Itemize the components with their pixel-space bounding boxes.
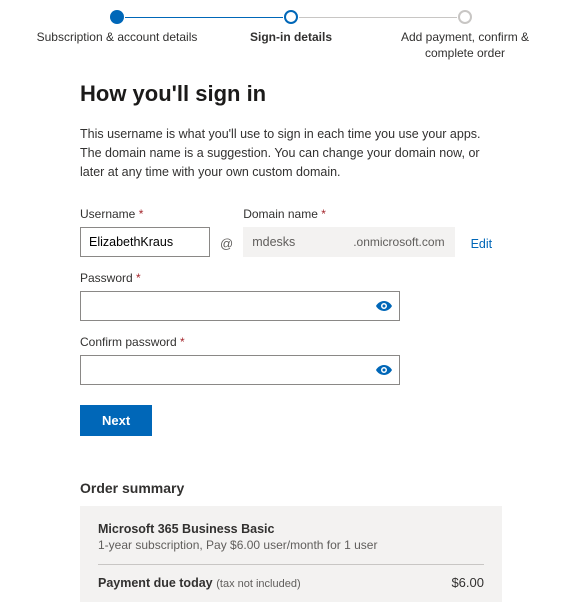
stepper-connector-done bbox=[125, 17, 283, 18]
payment-amount: $6.00 bbox=[451, 575, 484, 590]
next-button[interactable]: Next bbox=[80, 405, 152, 436]
intro-text: This username is what you'll use to sign… bbox=[80, 125, 502, 181]
username-input[interactable] bbox=[80, 227, 210, 257]
confirm-password-label: Confirm password * bbox=[80, 335, 502, 349]
order-summary-title: Order summary bbox=[80, 480, 502, 496]
order-summary: Order summary Microsoft 365 Business Bas… bbox=[80, 480, 502, 602]
plan-description: 1-year subscription, Pay $6.00 user/mont… bbox=[98, 538, 484, 552]
show-confirm-password-icon[interactable] bbox=[376, 362, 392, 378]
username-domain-row: Username * @ Domain name * .onmicrosoft.… bbox=[80, 207, 502, 257]
domain-label: Domain name * bbox=[243, 207, 454, 221]
step-label: Sign-in details bbox=[204, 30, 378, 46]
plan-name: Microsoft 365 Business Basic bbox=[98, 522, 484, 536]
order-summary-box: Microsoft 365 Business Basic 1-year subs… bbox=[80, 506, 502, 602]
domain-input bbox=[243, 227, 343, 257]
payment-due-label: Payment due today (tax not included) bbox=[98, 575, 301, 590]
edit-domain-link[interactable]: Edit bbox=[471, 237, 493, 257]
step-label: Subscription & account details bbox=[30, 30, 204, 46]
stepper-connector-pending bbox=[299, 17, 457, 18]
page-title: How you'll sign in bbox=[80, 81, 502, 107]
username-label: Username * bbox=[80, 207, 210, 221]
step-dot-done-icon bbox=[110, 10, 124, 24]
step-subscription: Subscription & account details bbox=[30, 10, 204, 46]
step-signin: Sign-in details bbox=[204, 10, 378, 46]
confirm-password-input[interactable] bbox=[80, 355, 400, 385]
order-divider bbox=[98, 564, 484, 565]
step-dot-upcoming-icon bbox=[458, 10, 472, 24]
domain-suffix: .onmicrosoft.com bbox=[343, 227, 454, 257]
password-label: Password * bbox=[80, 271, 502, 285]
show-password-icon[interactable] bbox=[376, 298, 392, 314]
stepper: Subscription & account details Sign-in d… bbox=[30, 10, 552, 61]
step-label: Add payment, confirm & complete order bbox=[378, 30, 552, 61]
at-symbol: @ bbox=[220, 236, 233, 257]
step-dot-current-icon bbox=[284, 10, 298, 24]
password-input[interactable] bbox=[80, 291, 400, 321]
